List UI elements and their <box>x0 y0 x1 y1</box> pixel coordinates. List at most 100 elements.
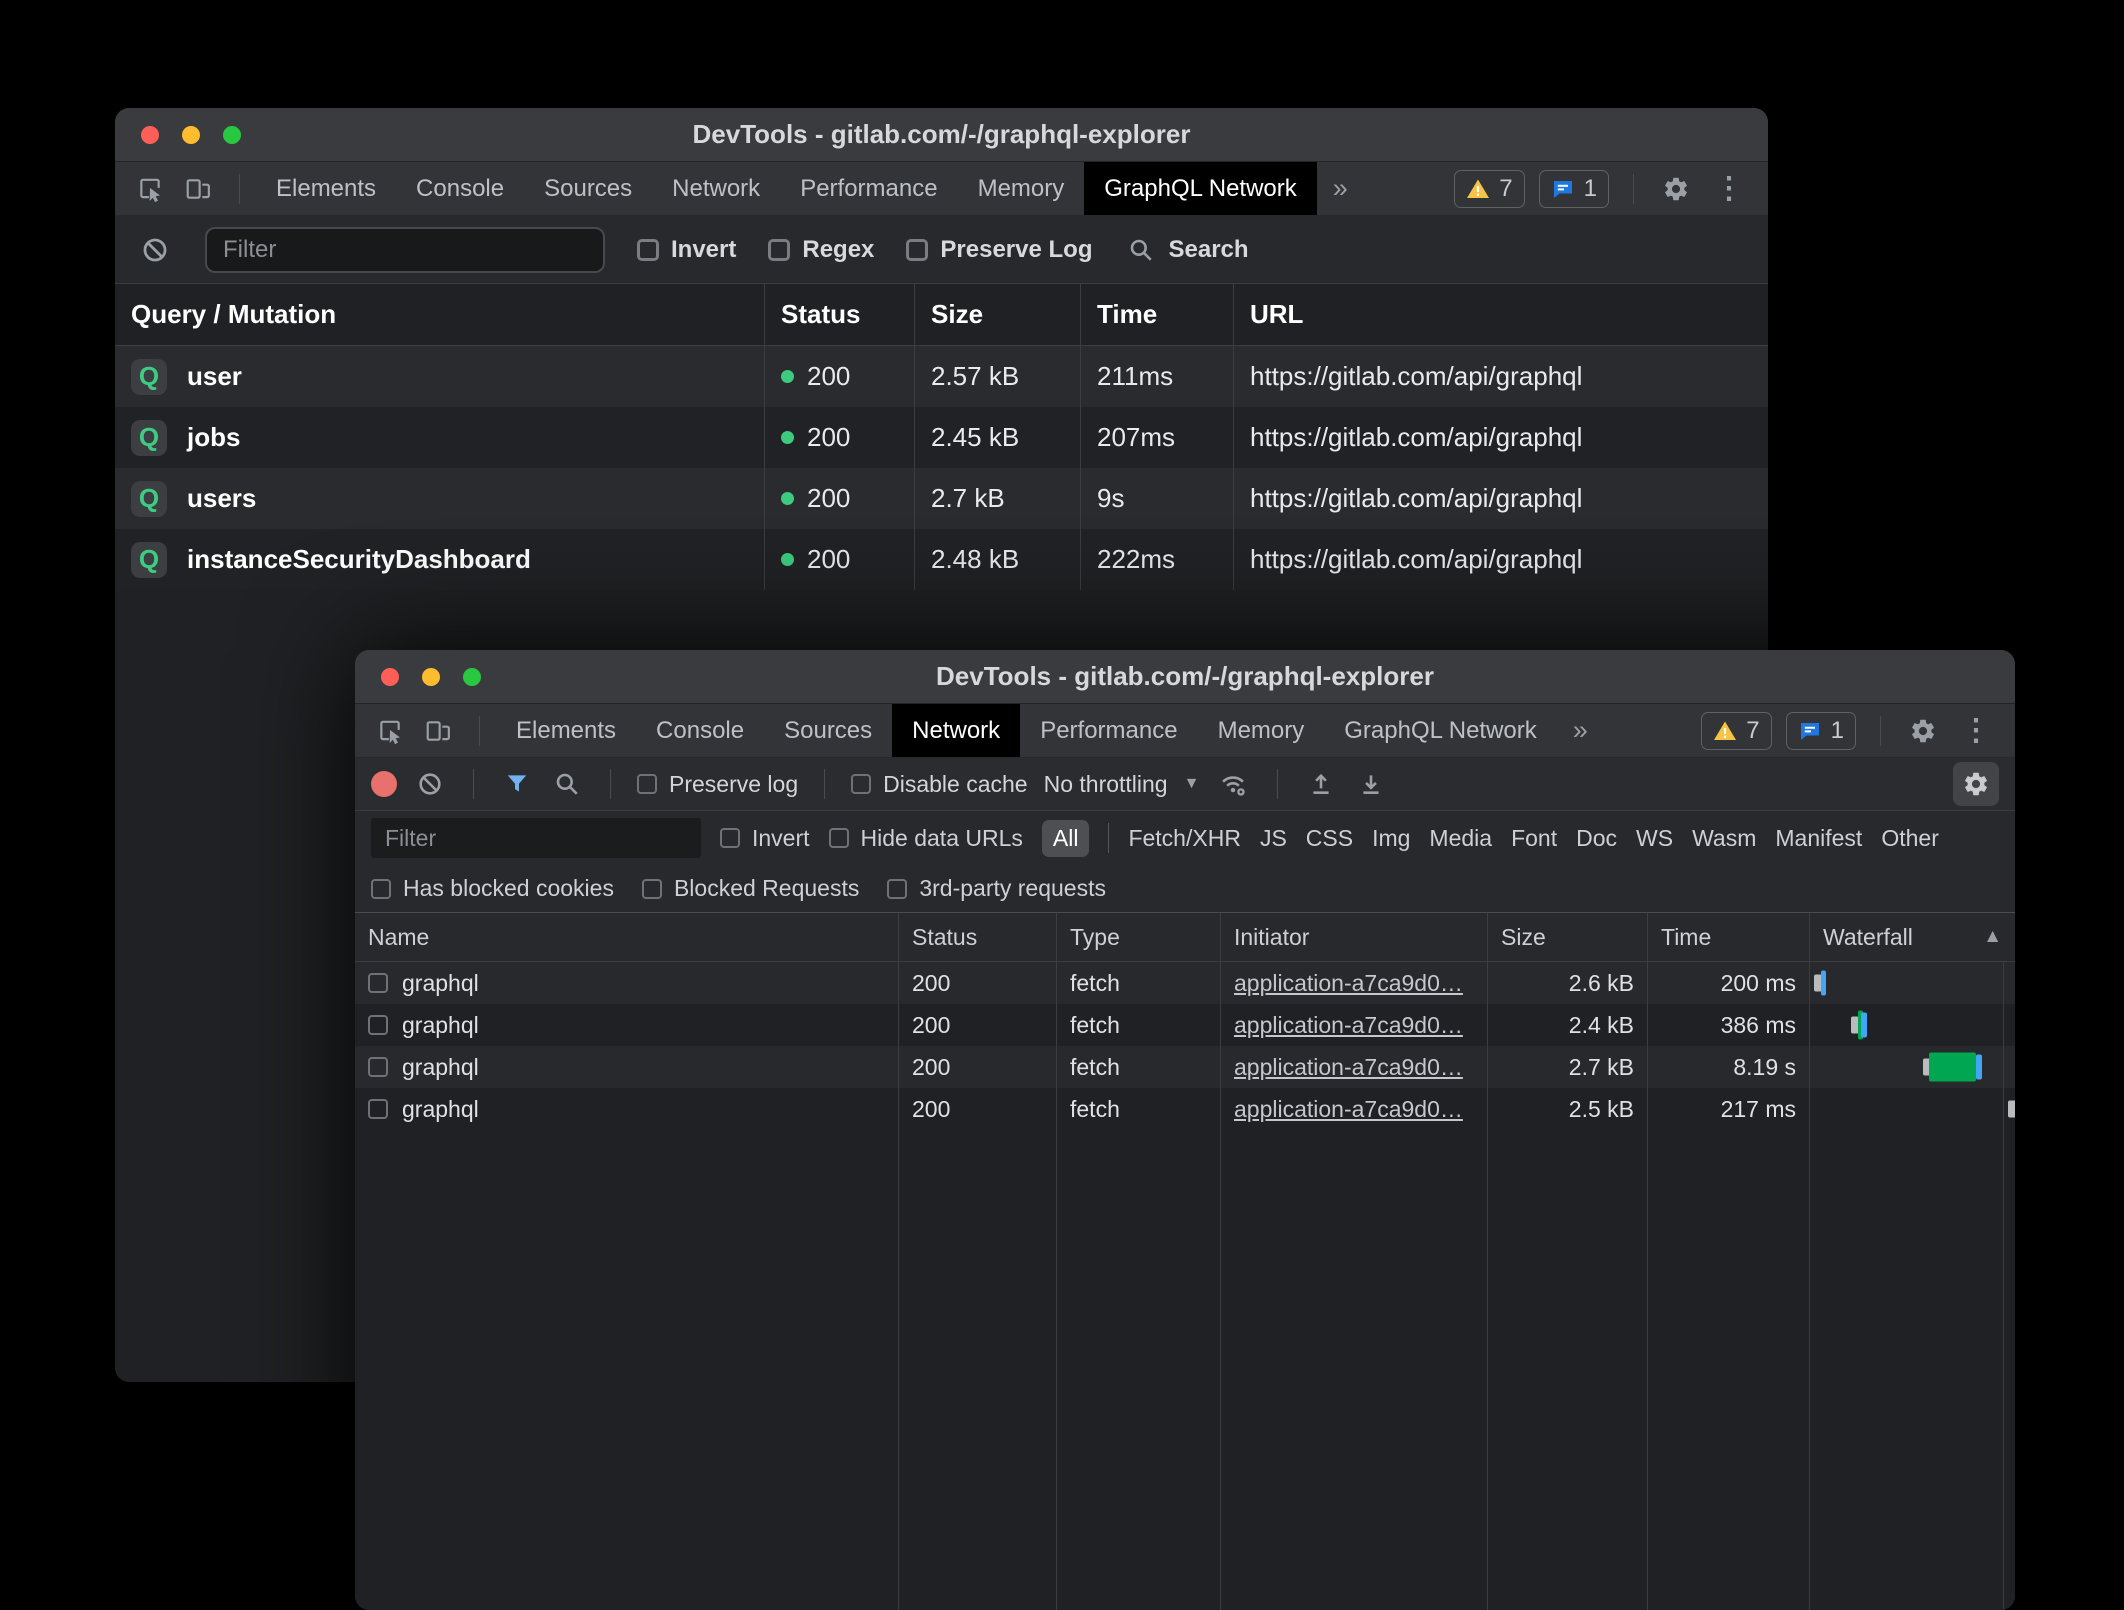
type-filter-all[interactable]: All <box>1042 820 1090 857</box>
titlebar[interactable]: DevTools - gitlab.com/-/graphql-explorer <box>355 650 2015 704</box>
waterfall-bar[interactable] <box>1809 1004 2015 1046</box>
network-conditions-icon[interactable] <box>1215 770 1251 798</box>
table-row[interactable]: graphql 200 fetch application-a7ca9d0… 2… <box>355 1046 2015 1088</box>
preserve-log-checkbox[interactable]: Preserve Log <box>906 236 1092 264</box>
record-button[interactable] <box>371 771 397 797</box>
tab-console[interactable]: Console <box>396 162 524 215</box>
checkbox-box[interactable] <box>642 879 662 899</box>
column-header-waterfall[interactable]: Waterfall ▲ <box>1809 913 2015 961</box>
type-filter-css[interactable]: CSS <box>1306 825 1353 852</box>
throttling-dropdown[interactable]: No throttling ▼ <box>1044 771 1200 798</box>
regex-checkbox[interactable]: Regex <box>768 236 874 264</box>
invert-checkbox[interactable]: Invert <box>720 825 810 852</box>
type-filter-font[interactable]: Font <box>1511 825 1557 852</box>
titlebar[interactable]: DevTools - gitlab.com/-/graphql-explorer <box>115 108 1768 162</box>
tab-network[interactable]: Network <box>892 704 1020 757</box>
column-header-type[interactable]: Type <box>1056 913 1220 961</box>
close-button[interactable] <box>141 126 159 144</box>
column-header-size[interactable]: Size <box>914 284 1080 345</box>
settings-gear-icon[interactable] <box>1658 175 1694 203</box>
preserve-log-checkbox[interactable]: Preserve log <box>637 771 798 798</box>
row-checkbox[interactable] <box>368 1015 388 1035</box>
filter-funnel-icon[interactable] <box>500 771 534 797</box>
settings-gear-icon[interactable] <box>1905 717 1941 745</box>
table-row[interactable]: graphql 200 fetch application-a7ca9d0… 2… <box>355 962 2015 1004</box>
column-header-size[interactable]: Size <box>1487 913 1647 961</box>
type-filter-manifest[interactable]: Manifest <box>1775 825 1862 852</box>
tab-performance[interactable]: Performance <box>780 162 957 215</box>
column-header-time[interactable]: Time <box>1080 284 1233 345</box>
clear-icon[interactable] <box>137 236 173 264</box>
checkbox-box[interactable] <box>829 828 849 848</box>
scrollbar-gutter[interactable] <box>2003 962 2004 1610</box>
column-header-query[interactable]: Query / Mutation <box>115 284 764 345</box>
checkbox-box[interactable] <box>887 879 907 899</box>
table-row[interactable]: graphql 200 fetch application-a7ca9d0… 2… <box>355 1088 2015 1130</box>
device-toolbar-icon[interactable] <box>421 718 455 744</box>
initiator-link[interactable]: application-a7ca9d0… <box>1234 1054 1463 1081</box>
filter-input[interactable] <box>371 818 701 858</box>
warnings-badge[interactable]: 7 <box>1454 170 1524 208</box>
column-header-status[interactable]: Status <box>764 284 914 345</box>
hide-data-urls-checkbox[interactable]: Hide data URLs <box>829 825 1023 852</box>
device-toolbar-icon[interactable] <box>181 176 215 202</box>
table-row[interactable]: Q users 200 2.7 kB 9s https://gitlab.com… <box>115 468 1768 529</box>
inspect-element-icon[interactable] <box>133 176 167 202</box>
tab-console[interactable]: Console <box>636 704 764 757</box>
has-blocked-cookies-checkbox[interactable]: Has blocked cookies <box>371 875 614 902</box>
tab-graphql-network[interactable]: GraphQL Network <box>1324 704 1557 757</box>
minimize-button[interactable] <box>422 668 440 686</box>
type-filter-media[interactable]: Media <box>1429 825 1492 852</box>
checkbox-box[interactable] <box>851 774 871 794</box>
table-row[interactable]: Q jobs 200 2.45 kB 207ms https://gitlab.… <box>115 407 1768 468</box>
close-button[interactable] <box>381 668 399 686</box>
checkbox-box[interactable] <box>906 239 928 261</box>
table-row[interactable]: Q user 200 2.57 kB 211ms https://gitlab.… <box>115 346 1768 407</box>
filter-input[interactable] <box>205 227 605 273</box>
more-tabs-icon[interactable]: » <box>1317 162 1364 215</box>
maximize-button[interactable] <box>463 668 481 686</box>
export-har-icon[interactable] <box>1354 771 1388 797</box>
search-icon[interactable] <box>550 771 584 797</box>
invert-checkbox[interactable]: Invert <box>637 236 736 264</box>
type-filter-doc[interactable]: Doc <box>1576 825 1617 852</box>
type-filter-ws[interactable]: WS <box>1636 825 1673 852</box>
tab-elements[interactable]: Elements <box>256 162 396 215</box>
import-har-icon[interactable] <box>1304 771 1338 797</box>
checkbox-box[interactable] <box>768 239 790 261</box>
waterfall-bar[interactable] <box>1809 962 2015 1004</box>
checkbox-box[interactable] <box>637 774 657 794</box>
row-checkbox[interactable] <box>368 1099 388 1119</box>
tab-memory[interactable]: Memory <box>958 162 1085 215</box>
clear-icon[interactable] <box>413 771 447 797</box>
blocked-requests-checkbox[interactable]: Blocked Requests <box>642 875 859 902</box>
warnings-badge[interactable]: 7 <box>1701 712 1771 750</box>
minimize-button[interactable] <box>182 126 200 144</box>
column-header-status[interactable]: Status <box>898 913 1056 961</box>
type-filter-fetch-xhr[interactable]: Fetch/XHR <box>1128 825 1240 852</box>
third-party-requests-checkbox[interactable]: 3rd-party requests <box>887 875 1106 902</box>
issues-badge[interactable]: 1 <box>1786 712 1856 750</box>
initiator-link[interactable]: application-a7ca9d0… <box>1234 970 1463 997</box>
more-options-icon[interactable]: ⋮ <box>1955 713 1997 748</box>
tab-network[interactable]: Network <box>652 162 780 215</box>
type-filter-wasm[interactable]: Wasm <box>1692 825 1756 852</box>
row-checkbox[interactable] <box>368 973 388 993</box>
search-toggle[interactable]: Search <box>1124 236 1248 264</box>
type-filter-js[interactable]: JS <box>1260 825 1287 852</box>
column-header-initiator[interactable]: Initiator <box>1220 913 1487 961</box>
more-options-icon[interactable]: ⋮ <box>1708 171 1750 206</box>
column-header-url[interactable]: URL <box>1233 284 1768 345</box>
tab-sources[interactable]: Sources <box>524 162 652 215</box>
row-checkbox[interactable] <box>368 1057 388 1077</box>
initiator-link[interactable]: application-a7ca9d0… <box>1234 1096 1463 1123</box>
tab-memory[interactable]: Memory <box>1198 704 1325 757</box>
initiator-link[interactable]: application-a7ca9d0… <box>1234 1012 1463 1039</box>
network-settings-gear-icon[interactable] <box>1953 762 1999 806</box>
checkbox-box[interactable] <box>720 828 740 848</box>
column-header-name[interactable]: Name <box>355 913 898 961</box>
column-header-time[interactable]: Time <box>1647 913 1809 961</box>
maximize-button[interactable] <box>223 126 241 144</box>
more-tabs-icon[interactable]: » <box>1557 704 1604 757</box>
type-filter-img[interactable]: Img <box>1372 825 1410 852</box>
